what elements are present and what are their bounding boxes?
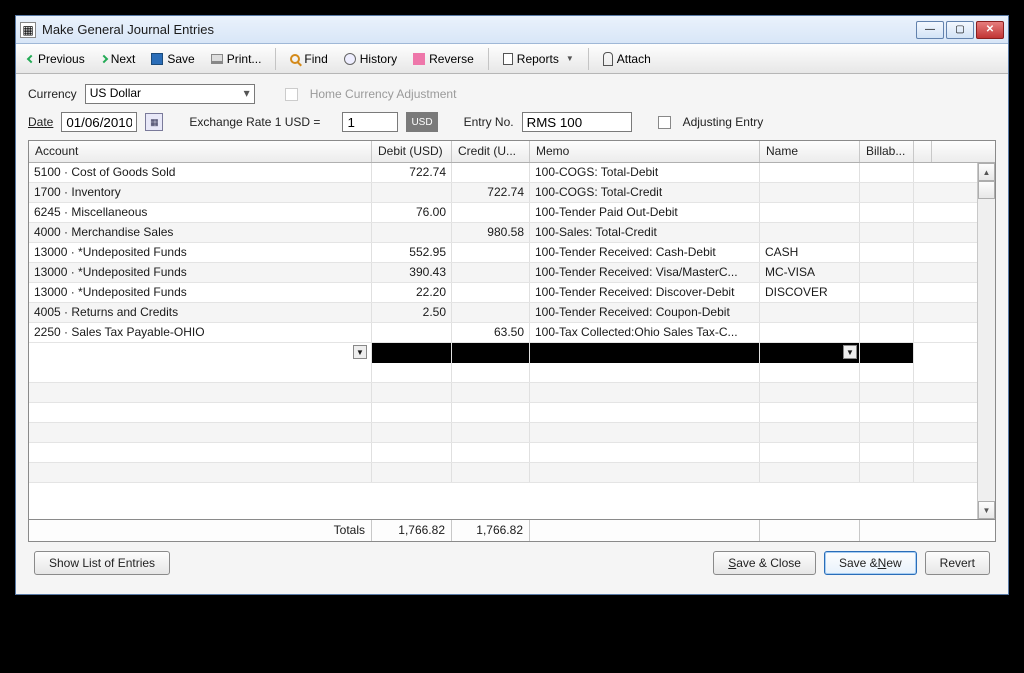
col-credit[interactable]: Credit (U... bbox=[452, 141, 530, 162]
history-button[interactable]: History bbox=[338, 50, 403, 68]
col-account[interactable]: Account bbox=[29, 141, 372, 162]
scroll-thumb[interactable] bbox=[978, 181, 995, 199]
table-row[interactable] bbox=[29, 403, 977, 423]
date-label[interactable]: Date bbox=[28, 115, 53, 129]
minimize-button[interactable]: — bbox=[916, 21, 944, 39]
home-currency-label: Home Currency Adjustment bbox=[310, 87, 457, 101]
col-billable[interactable]: Billab... bbox=[860, 141, 914, 162]
home-currency-checkbox bbox=[285, 88, 298, 101]
table-row[interactable] bbox=[29, 363, 977, 383]
grid-body[interactable]: 5100 · Cost of Goods Sold722.74100-COGS:… bbox=[29, 163, 977, 519]
show-list-button[interactable]: Show List of Entries bbox=[34, 551, 170, 575]
table-row[interactable]: 1700 · Inventory722.74100-COGS: Total-Cr… bbox=[29, 183, 977, 203]
adjusting-entry-checkbox[interactable] bbox=[658, 116, 671, 129]
window-title: Make General Journal Entries bbox=[42, 22, 916, 37]
vertical-scrollbar[interactable]: ▲ ▼ bbox=[977, 163, 995, 519]
titlebar[interactable]: ▦ Make General Journal Entries — ▢ ✕ bbox=[16, 16, 1008, 44]
table-row[interactable] bbox=[29, 463, 977, 483]
search-icon bbox=[290, 54, 300, 64]
table-row[interactable]: 13000 · *Undeposited Funds552.95100-Tend… bbox=[29, 243, 977, 263]
table-row[interactable] bbox=[29, 443, 977, 463]
journal-window: ▦ Make General Journal Entries — ▢ ✕ Pre… bbox=[15, 15, 1009, 595]
save-close-button[interactable]: Save & Close bbox=[713, 551, 816, 575]
reports-button[interactable]: Reports▼ bbox=[497, 50, 580, 68]
previous-button[interactable]: Previous bbox=[22, 50, 91, 68]
table-row[interactable]: 13000 · *Undeposited Funds22.20100-Tende… bbox=[29, 283, 977, 303]
journal-grid: Account Debit (USD) Credit (U... Memo Na… bbox=[28, 140, 996, 542]
name-dropdown[interactable]: ▼ bbox=[843, 345, 857, 359]
currency-select[interactable]: US Dollar bbox=[85, 84, 255, 104]
exchange-rate-field[interactable] bbox=[342, 112, 398, 132]
date-field[interactable] bbox=[61, 112, 137, 132]
attach-button[interactable]: Attach bbox=[597, 50, 657, 68]
footer: Show List of Entries Save & Close Save &… bbox=[28, 542, 996, 584]
table-row[interactable]: 5100 · Cost of Goods Sold722.74100-COGS:… bbox=[29, 163, 977, 183]
table-row[interactable]: 6245 · Miscellaneous76.00100-Tender Paid… bbox=[29, 203, 977, 223]
calendar-button[interactable]: ▦ bbox=[145, 113, 163, 131]
currency-label: Currency bbox=[28, 87, 77, 101]
save-button[interactable]: Save bbox=[145, 50, 200, 68]
save-icon bbox=[151, 53, 163, 65]
close-button[interactable]: ✕ bbox=[976, 21, 1004, 39]
scroll-up-button[interactable]: ▲ bbox=[978, 163, 995, 181]
table-row[interactable]: 13000 · *Undeposited Funds390.43100-Tend… bbox=[29, 263, 977, 283]
table-row[interactable] bbox=[29, 383, 977, 403]
totals-label: Totals bbox=[29, 520, 372, 541]
reverse-button[interactable]: Reverse bbox=[407, 50, 480, 68]
table-row[interactable]: 4005 · Returns and Credits2.50100-Tender… bbox=[29, 303, 977, 323]
entry-no-field[interactable] bbox=[522, 112, 632, 132]
reports-icon bbox=[503, 53, 513, 65]
adjusting-entry-label: Adjusting Entry bbox=[683, 115, 764, 129]
col-name[interactable]: Name bbox=[760, 141, 860, 162]
col-debit[interactable]: Debit (USD) bbox=[372, 141, 452, 162]
grid-header: Account Debit (USD) Credit (U... Memo Na… bbox=[29, 141, 995, 163]
table-row[interactable] bbox=[29, 423, 977, 443]
entry-no-label: Entry No. bbox=[464, 115, 514, 129]
exchange-currency-button[interactable]: USD bbox=[406, 112, 437, 132]
table-row[interactable]: 2250 · Sales Tax Payable-OHIO63.50100-Ta… bbox=[29, 323, 977, 343]
attach-icon bbox=[603, 52, 613, 66]
find-button[interactable]: Find bbox=[284, 50, 333, 68]
print-button[interactable]: Print... bbox=[205, 50, 268, 68]
total-credit: 1,766.82 bbox=[452, 520, 530, 541]
reverse-icon bbox=[413, 53, 425, 65]
table-row[interactable]: 4000 · Merchandise Sales980.58100-Sales:… bbox=[29, 223, 977, 243]
arrow-left-icon bbox=[27, 54, 35, 62]
history-icon bbox=[344, 53, 356, 65]
totals-row: Totals 1,766.82 1,766.82 bbox=[29, 519, 995, 541]
total-debit: 1,766.82 bbox=[372, 520, 452, 541]
maximize-button[interactable]: ▢ bbox=[946, 21, 974, 39]
print-icon bbox=[211, 54, 223, 64]
arrow-right-icon bbox=[99, 54, 107, 62]
revert-button[interactable]: Revert bbox=[925, 551, 990, 575]
scroll-down-button[interactable]: ▼ bbox=[978, 501, 995, 519]
toolbar: Previous Next Save Print... Find History… bbox=[16, 44, 1008, 74]
next-button[interactable]: Next bbox=[95, 50, 142, 68]
account-dropdown[interactable]: ▼ bbox=[353, 345, 367, 359]
col-memo[interactable]: Memo bbox=[530, 141, 760, 162]
new-entry-row[interactable]: ▼▼ bbox=[29, 343, 977, 363]
exchange-rate-label: Exchange Rate 1 USD = bbox=[189, 115, 320, 129]
save-new-button[interactable]: Save & New bbox=[824, 551, 917, 575]
app-icon: ▦ bbox=[20, 22, 36, 38]
